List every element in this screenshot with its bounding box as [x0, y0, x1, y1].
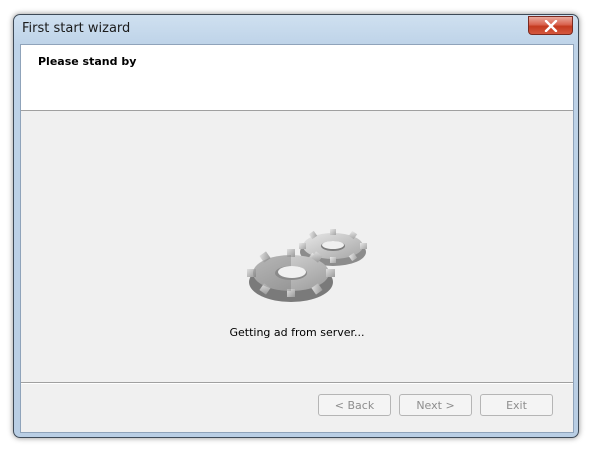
- title-bar[interactable]: First start wizard: [14, 15, 578, 43]
- next-button[interactable]: Next >: [399, 394, 472, 416]
- close-button[interactable]: [528, 16, 573, 35]
- exit-button[interactable]: Exit: [480, 394, 553, 416]
- close-icon: [544, 19, 557, 32]
- wizard-client-area: Please stand by Getting ad from server..…: [20, 44, 574, 433]
- back-button[interactable]: < Back: [318, 394, 391, 416]
- page-title: Please stand by: [38, 55, 137, 68]
- wizard-header: Please stand by: [21, 45, 573, 111]
- wizard-window: First start wizard Please stand by Getti…: [13, 14, 579, 438]
- footer-divider: [21, 382, 573, 383]
- window-title: First start wizard: [22, 21, 131, 36]
- gears-icon: [247, 229, 367, 302]
- status-message: Getting ad from server...: [229, 326, 365, 339]
